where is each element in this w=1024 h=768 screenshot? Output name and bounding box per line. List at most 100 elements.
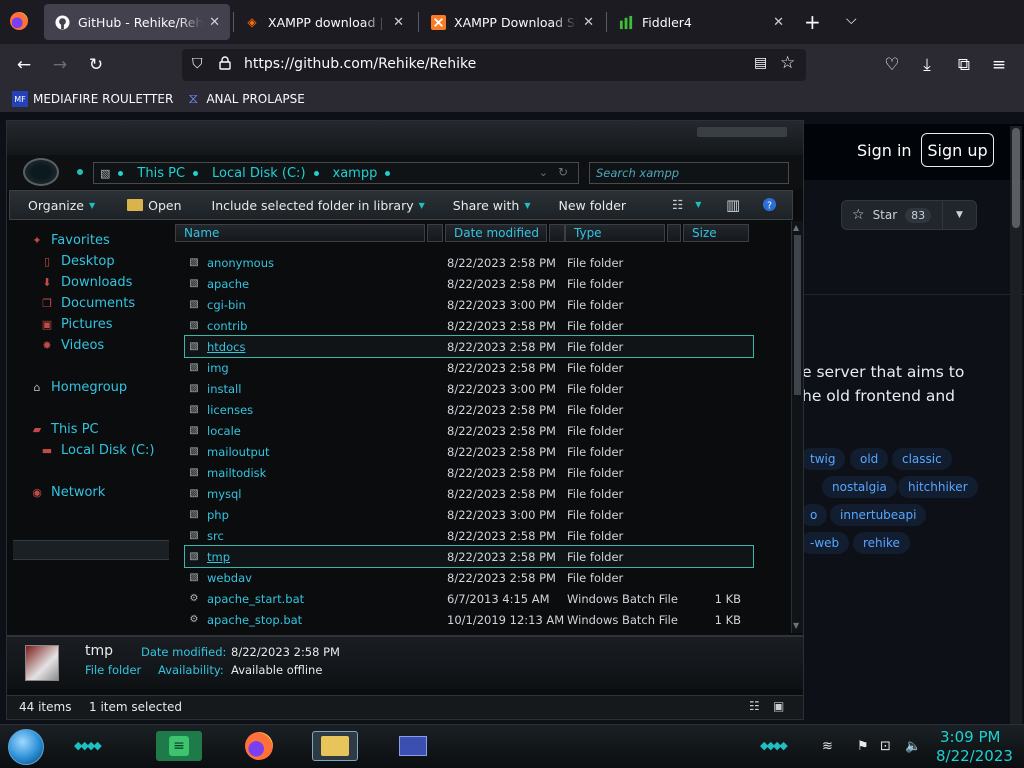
topic-tag[interactable]: nostalgia xyxy=(822,476,897,498)
share-with-button[interactable]: Share with ▼ xyxy=(453,198,531,213)
clock-date[interactable]: 8/22/2023 xyxy=(936,747,1013,765)
table-row[interactable]: ▧ install 8/22/2023 3:00 PM File folder xyxy=(185,378,753,399)
table-row[interactable]: ▧ mailoutput 8/22/2023 2:58 PM File folder xyxy=(185,441,753,462)
breadcrumb-xampp[interactable]: xampp xyxy=(333,166,378,181)
page-scrollbar[interactable] xyxy=(1010,126,1022,724)
new-tab-icon[interactable]: + xyxy=(804,10,821,34)
clock-time[interactable]: 3:09 PM xyxy=(940,728,1000,746)
nav-local-disk[interactable]: ▬ Local Disk (C:) xyxy=(39,443,155,458)
shield-icon[interactable]: ⛉ xyxy=(192,56,203,72)
file-list-scrollbar[interactable]: ▲ ▼ xyxy=(791,221,803,633)
table-row[interactable]: ▧ cgi-bin 8/22/2023 3:00 PM File folder xyxy=(185,294,753,315)
menu-icon[interactable]: ≡ xyxy=(986,52,1012,78)
table-row[interactable]: ▧ php 8/22/2023 3:00 PM File folder xyxy=(185,504,753,525)
new-folder-button[interactable]: New folder xyxy=(559,198,627,213)
lock-icon[interactable] xyxy=(219,56,231,74)
preview-pane-icon[interactable]: ▥ xyxy=(726,196,740,214)
nav-documents[interactable]: ❐ Documents xyxy=(39,296,135,311)
close-icon[interactable]: ✕ xyxy=(393,15,404,30)
firefox-icon[interactable] xyxy=(10,12,28,30)
sign-up-button[interactable]: Sign up xyxy=(921,133,994,167)
topic-tag[interactable]: twig xyxy=(800,448,846,470)
back-icon[interactable]: ← xyxy=(11,52,37,78)
tab-xampp-success[interactable]: XAMPP Download Success ✕ xyxy=(420,4,604,40)
table-row[interactable]: ▧ contrib 8/22/2023 2:58 PM File folder xyxy=(185,315,753,336)
nav-downloads[interactable]: ⬇ Downloads xyxy=(39,275,132,290)
close-icon[interactable]: ✕ xyxy=(773,15,784,30)
url-text[interactable]: https://github.com/Rehike/Rehike xyxy=(244,56,476,72)
tab-sourceforge[interactable]: ◈ XAMPP download | SourceForge.net ✕ xyxy=(234,4,414,40)
tray-overflow-icon[interactable]: ≋ xyxy=(822,739,833,754)
column-header-date[interactable]: Date modified xyxy=(445,224,547,242)
start-button[interactable] xyxy=(8,729,44,765)
table-row[interactable]: ▧ tmp 8/22/2023 2:58 PM File folder xyxy=(184,545,754,568)
chevron-down-icon[interactable]: ⌄ xyxy=(539,166,548,179)
column-header-type[interactable]: Type xyxy=(565,224,665,242)
column-header-name[interactable]: Name xyxy=(175,224,425,242)
chevron-down-icon[interactable]: ⌵ xyxy=(846,12,857,28)
nav-desktop[interactable]: ▯ Desktop xyxy=(39,254,115,269)
taskbar-explorer[interactable] xyxy=(312,731,358,761)
taskbar-window-app[interactable] xyxy=(390,731,436,761)
breadcrumb-this-pc[interactable]: This PC xyxy=(137,166,185,181)
url-bar[interactable]: ⛉ https://github.com/Rehike/Rehike ▤ ☆ xyxy=(182,49,806,81)
include-in-library-button[interactable]: Include selected folder in library ▼ xyxy=(212,198,425,213)
tab-fiddler[interactable]: Fiddler4 ✕ xyxy=(608,4,794,40)
topic-tag[interactable]: classic xyxy=(892,448,952,470)
topic-tag[interactable]: hitchhiker xyxy=(898,476,978,498)
table-row[interactable]: ▧ anonymous 8/22/2023 2:58 PM File folder xyxy=(185,252,753,273)
scroll-up-icon[interactable]: ▲ xyxy=(793,223,799,232)
network-icon[interactable]: ⊡ xyxy=(880,739,891,754)
column-splitter[interactable] xyxy=(427,224,443,242)
table-row[interactable]: ▧ licenses 8/22/2023 2:58 PM File folder xyxy=(185,399,753,420)
tab-github[interactable]: GitHub - Rehike/Rehike ✕ xyxy=(44,4,230,40)
table-row[interactable]: ▧ webdav 8/22/2023 2:58 PM File folder xyxy=(185,567,753,588)
organize-button[interactable]: Organize ▼ xyxy=(28,198,95,213)
table-row[interactable]: ▧ locale 8/22/2023 2:58 PM File folder xyxy=(185,420,753,441)
pocket-icon[interactable]: ♡ xyxy=(879,52,905,78)
bookmark-prolapse[interactable]: ⧖ ANAL PROLAPSE xyxy=(185,91,304,107)
topic-tag[interactable]: innertubeapi xyxy=(830,504,927,526)
bookmark-star-icon[interactable]: ☆ xyxy=(780,53,795,73)
refresh-icon[interactable]: ↻ xyxy=(558,165,568,179)
table-row[interactable]: ⚙ apache_start.bat 6/7/2013 4:15 AM Windows… xyxy=(185,588,753,609)
nav-pictures[interactable]: ▣ Pictures xyxy=(39,317,113,332)
volume-icon[interactable]: 🔈 xyxy=(905,739,921,754)
table-row[interactable]: ▧ mysql 8/22/2023 2:58 PM File folder xyxy=(185,483,753,504)
close-icon[interactable]: ✕ xyxy=(583,15,594,30)
nav-favorites[interactable]: ✦ Favorites xyxy=(29,233,109,248)
sign-in-link[interactable]: Sign in xyxy=(857,141,912,160)
download-icon[interactable]: ⤓ xyxy=(914,52,940,78)
address-bar[interactable]: ▧ This PC Local Disk (C:) xampp ⌄ ↻ xyxy=(93,162,579,184)
close-icon[interactable]: ✕ xyxy=(209,15,220,30)
scroll-down-icon[interactable]: ▼ xyxy=(793,621,799,630)
large-icons-view-icon[interactable]: ▣ xyxy=(773,699,784,713)
nav-videos[interactable]: ✸ Videos xyxy=(39,338,104,353)
reload-icon[interactable]: ↻ xyxy=(83,52,109,78)
taskbar-notes-app[interactable]: ≡ xyxy=(156,731,202,761)
flag-icon[interactable]: ⚑ xyxy=(857,739,869,754)
forward-icon[interactable]: → xyxy=(47,52,73,78)
search-input[interactable]: Search xampp xyxy=(589,162,789,184)
topic-tag[interactable]: -web xyxy=(800,532,850,554)
reader-view-icon[interactable]: ▤ xyxy=(754,55,767,71)
details-view-icon[interactable]: ☷ xyxy=(749,699,760,713)
help-icon[interactable]: ? xyxy=(762,197,777,212)
table-row[interactable]: ▧ src 8/22/2023 2:58 PM File folder xyxy=(185,525,753,546)
breadcrumb-local-disk[interactable]: Local Disk (C:) xyxy=(212,166,305,181)
view-options-icon[interactable]: ☷ ▼ xyxy=(672,197,701,212)
star-button[interactable]: ☆ Star 83 ▼ xyxy=(841,200,977,230)
table-row[interactable]: ▧ img 8/22/2023 2:58 PM File folder xyxy=(185,357,753,378)
table-row[interactable]: ▧ apache 8/22/2023 2:58 PM File folder xyxy=(185,273,753,294)
table-row[interactable]: ▧ mailtodisk 8/22/2023 2:58 PM File folder xyxy=(185,462,753,483)
explorer-titlebar[interactable] xyxy=(7,121,803,155)
nav-homegroup[interactable]: ⌂ Homegroup xyxy=(29,380,128,395)
column-header-size[interactable]: Size xyxy=(683,224,749,242)
nav-this-pc[interactable]: ▰ This PC xyxy=(29,422,99,437)
chevron-down-icon[interactable]: ▼ xyxy=(942,201,976,229)
bookmark-mediafire[interactable]: MF MEDIAFIRE ROULETTER xyxy=(12,91,173,107)
open-button[interactable]: Open xyxy=(127,198,182,213)
extensions-icon[interactable]: ⧉ xyxy=(951,52,977,78)
taskbar-firefox[interactable] xyxy=(236,731,282,761)
table-row[interactable]: ▧ htdocs 8/22/2023 2:58 PM File folder xyxy=(184,335,754,358)
